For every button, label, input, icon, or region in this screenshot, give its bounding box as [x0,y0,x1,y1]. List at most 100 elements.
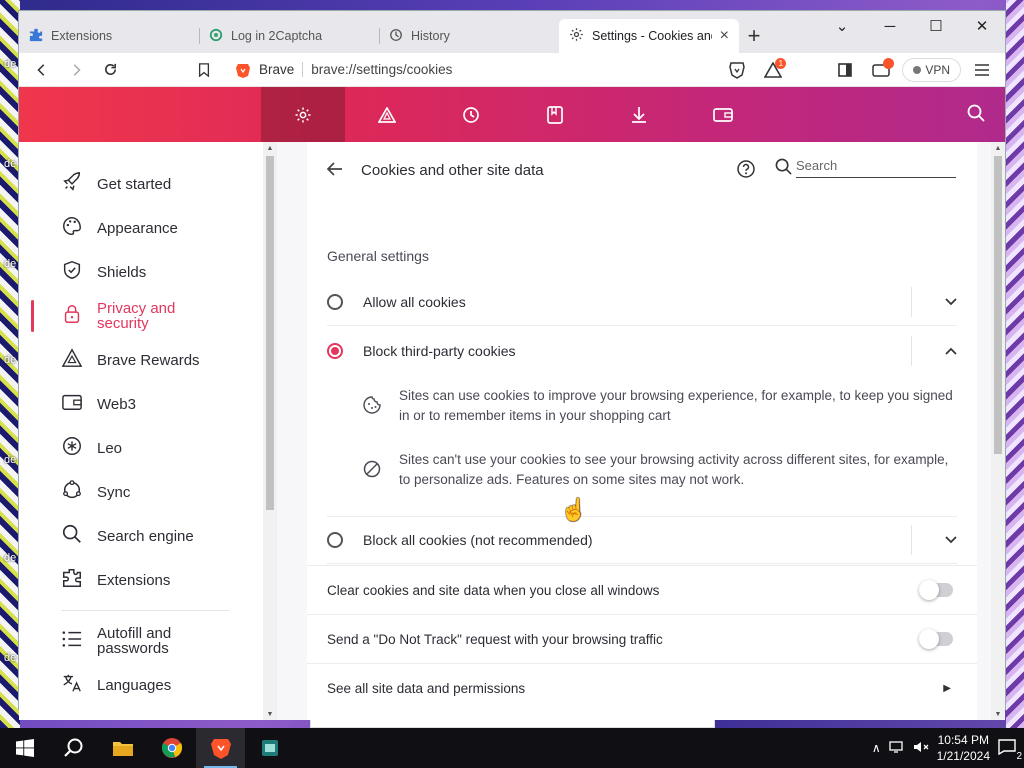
close-tab-icon[interactable]: × [720,27,729,45]
clock-time: 10:54 PM [937,733,989,747]
sidebar-item-search-engine[interactable]: Search engine [19,514,263,558]
file-explorer-icon[interactable] [98,728,147,768]
settings-nav-wallet-icon[interactable] [681,87,765,143]
scrollbar-thumb[interactable] [266,156,274,510]
desktop-icon-label[interactable]: de [4,158,16,170]
option-block-third-party[interactable]: Block third-party cookies [327,327,957,375]
help-icon[interactable] [737,160,755,181]
settings-nav-history-icon[interactable] [429,87,513,143]
sidebar-item-extensions[interactable]: Extensions [19,558,263,602]
tab-2captcha[interactable]: Log in 2Captcha [199,19,379,53]
settings-body: Get started Appearance Shields Privacy a… [19,142,1005,720]
sidebar-item-sync[interactable]: Sync [19,470,263,514]
sidebar-item-autofill[interactable]: Autofill and passwords [19,619,263,663]
scroll-up-arrow-icon[interactable]: ▲ [991,142,1005,154]
settings-nav-bookmarks-icon[interactable] [513,87,597,143]
sidebar-item-leo[interactable]: Leo [19,426,263,470]
maximize-button[interactable]: ☐ [913,11,959,41]
close-window-button[interactable]: ✕ [959,11,1005,41]
content-scrollbar[interactable]: ▲ ▼ [991,142,1005,720]
toggle-switch[interactable] [919,629,953,649]
volume-muted-icon[interactable] [913,740,929,757]
chevron-down-icon[interactable] [911,525,957,555]
settings-nav-gear-icon[interactable] [261,87,345,143]
wallet-icon [61,392,83,416]
new-tab-button[interactable]: + [739,19,769,53]
brave-shields-icon[interactable] [722,56,752,84]
desktop-icon-label[interactable]: de [4,652,16,664]
sidebar-item-label: Brave Rewards [97,351,200,369]
search-input[interactable]: Search [796,158,956,178]
option-block-all-cookies[interactable]: Block all cookies (not recommended) [327,516,957,564]
chevron-up-icon[interactable]: ∧ [872,741,881,755]
toggle-row-clear-on-close[interactable]: Clear cookies and site data when you clo… [307,565,977,614]
scroll-up-arrow-icon[interactable]: ▲ [263,142,277,154]
scroll-down-arrow-icon[interactable]: ▼ [991,708,1005,720]
page-search[interactable]: Search [775,158,956,178]
sidebar-scrollbar[interactable]: ▲ ▼ [263,142,277,720]
browser-toolbar: Brave brave://settings/cookies 1 VPN [19,53,1005,87]
description-text: Sites can use cookies to improve your br… [399,388,953,423]
address-bar[interactable]: Brave brave://settings/cookies [227,56,718,84]
vpn-status-dot [913,65,922,74]
sidebar-item-brave-rewards[interactable]: Brave Rewards [19,338,263,382]
sidebar-item-appearance[interactable]: Appearance [19,206,263,250]
settings-nav-downloads-icon[interactable] [597,87,681,143]
desktop-icon-label[interactable]: de [4,354,16,366]
desktop-icon-label[interactable]: de [4,258,16,270]
forward-button[interactable] [61,56,91,84]
notification-center-icon[interactable]: 2 [998,738,1022,762]
taskbar-search-icon[interactable] [49,728,98,768]
link-row-site-data[interactable]: See all site data and permissions ▶ [307,663,977,712]
bookmark-icon[interactable] [189,56,219,84]
search-icon [775,158,792,178]
back-arrow-icon[interactable] [326,161,343,179]
settings-nav-rewards-icon[interactable] [345,87,429,143]
chevron-down-icon[interactable] [911,286,957,317]
toggle-row-do-not-track[interactable]: Send a "Do Not Track" request with your … [307,614,977,663]
chrome-icon[interactable] [147,728,196,768]
site-name: Brave [259,62,304,77]
reload-button[interactable] [95,56,125,84]
clock[interactable]: 10:54 PM 1/21/2024 [937,732,990,764]
settings-search-icon[interactable] [967,104,985,125]
desktop-icon-label[interactable]: de [4,454,16,466]
menu-icon[interactable] [967,56,997,84]
radio-button-selected[interactable] [327,343,343,359]
toggle-switch[interactable] [919,580,953,600]
tab-history[interactable]: History [379,19,559,53]
hand-cursor-icon: ☝ [560,497,588,522]
sidebar-item-languages[interactable]: Languages [19,663,263,707]
network-icon[interactable] [888,740,905,757]
section-heading: General settings [327,248,429,264]
app-taskbar-icon[interactable] [245,728,294,768]
start-button[interactable] [0,728,49,768]
brave-rewards-icon[interactable]: 1 [758,56,788,84]
sidebar-item-get-started[interactable]: Get started [19,162,263,206]
radio-button[interactable] [327,293,343,310]
sidebar-item-web3[interactable]: Web3 [19,382,263,426]
radio-button[interactable] [327,532,343,548]
brave-taskbar-icon[interactable] [196,728,245,768]
sidebar-toggle-icon[interactable] [830,56,860,84]
vpn-button[interactable]: VPN [902,57,961,82]
sidebar-item-privacy[interactable]: Privacy and security [19,294,263,338]
option-allow-all-cookies[interactable]: Allow all cookies [327,278,957,326]
desktop-icon-label[interactable]: de [4,552,16,564]
brave-wallet-icon[interactable] [866,56,896,84]
tab-search-chevron-icon[interactable]: ⌄ [827,11,857,41]
settings-header [19,87,1005,143]
desktop-icon-label[interactable]: de [4,58,16,70]
sidebar-item-shields[interactable]: Shields [19,250,263,294]
scrollbar-thumb[interactable] [994,156,1002,454]
minimize-button[interactable]: ─ [867,11,913,41]
url-text[interactable]: brave://settings/cookies [311,62,452,77]
captcha-icon [209,28,223,45]
tab-settings[interactable]: Settings - Cookies and × [559,19,739,53]
tab-title: Log in 2Captcha [231,29,323,43]
chevron-up-icon[interactable] [911,336,957,366]
tab-extensions[interactable]: Extensions [19,19,199,53]
back-button[interactable] [27,56,57,84]
scroll-down-arrow-icon[interactable]: ▼ [263,708,277,720]
description-blocked: Sites can't use your cookies to see your… [363,450,957,490]
